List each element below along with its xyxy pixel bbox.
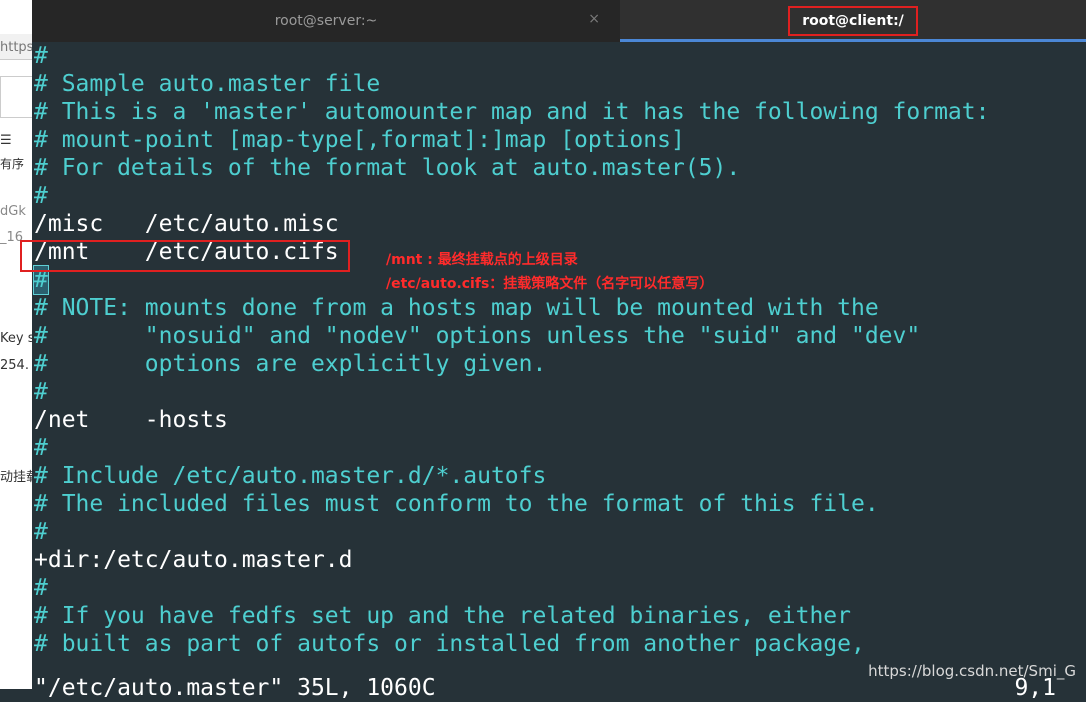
terminal-line: #: [34, 519, 48, 545]
background-browser-window: https: ☰ 有序 dGk _16 Key s 254. 动挂载: [0, 0, 33, 689]
terminal-line: # built as part of autofs or installed f…: [34, 631, 865, 657]
terminal-line: # NOTE: mounts done from a hosts map wil…: [34, 295, 879, 321]
annotation-mnt: /mnt : 最终挂载点的上级目录: [386, 252, 578, 268]
background-url-bar: https:: [0, 34, 32, 60]
tab-title: root@client:/: [788, 6, 918, 36]
annotation-auto-cifs: /etc/auto.cifs：挂载策略文件（名字可以任意写）: [386, 276, 714, 292]
terminal-line: +dir:/etc/auto.master.d: [34, 547, 353, 573]
terminal-line: # options are explicitly given.: [34, 351, 547, 377]
tab-root-server[interactable]: root@server:~ ×: [32, 0, 620, 42]
tab-title: root@server:~: [274, 13, 378, 29]
terminal-line: # For details of the format look at auto…: [34, 155, 741, 181]
list-icon: ☰: [0, 133, 12, 148]
watermark: https://blog.csdn.net/Smi_G: [868, 662, 1076, 680]
terminal-line: # If you have fedfs set up and the relat…: [34, 603, 851, 629]
background-text: 有序: [0, 157, 25, 171]
terminal-line: # mount-point [map-type[,format]:]map [o…: [34, 127, 685, 153]
terminal-line: /net -hosts: [34, 407, 228, 433]
background-text: Key s: [0, 331, 33, 346]
background-text: dGk: [0, 204, 26, 219]
terminal-line: # Include /etc/auto.master.d/*.autofs: [34, 463, 547, 489]
terminal-line: #: [34, 575, 48, 601]
close-icon[interactable]: ×: [588, 11, 600, 27]
highlight-box-mnt: [20, 240, 350, 272]
vim-status-line: "/etc/auto.master" 35L, 1060C: [34, 675, 436, 701]
terminal-line: /misc /etc/auto.misc: [34, 211, 339, 237]
terminal-line: # Sample auto.master file: [34, 71, 381, 97]
terminal-line: #: [34, 183, 48, 209]
tab-root-client[interactable]: root@client:/: [620, 0, 1086, 42]
background-text: 254.: [0, 358, 29, 373]
terminal-line: #: [34, 43, 48, 69]
terminal-line: # "nosuid" and "nodev" options unless th…: [34, 323, 921, 349]
background-panel: [0, 76, 32, 118]
terminal-line: # The included files must conform to the…: [34, 491, 879, 517]
terminal-tab-bar: root@server:~ × root@client:/: [32, 0, 1086, 43]
terminal-line: #: [34, 379, 48, 405]
terminal-line: #: [34, 435, 48, 461]
background-text: 动挂载: [0, 470, 32, 485]
terminal-view[interactable]: # # Sample auto.master file # This is a …: [32, 42, 1086, 701]
terminal-line: # This is a 'master' automounter map and…: [34, 99, 990, 125]
